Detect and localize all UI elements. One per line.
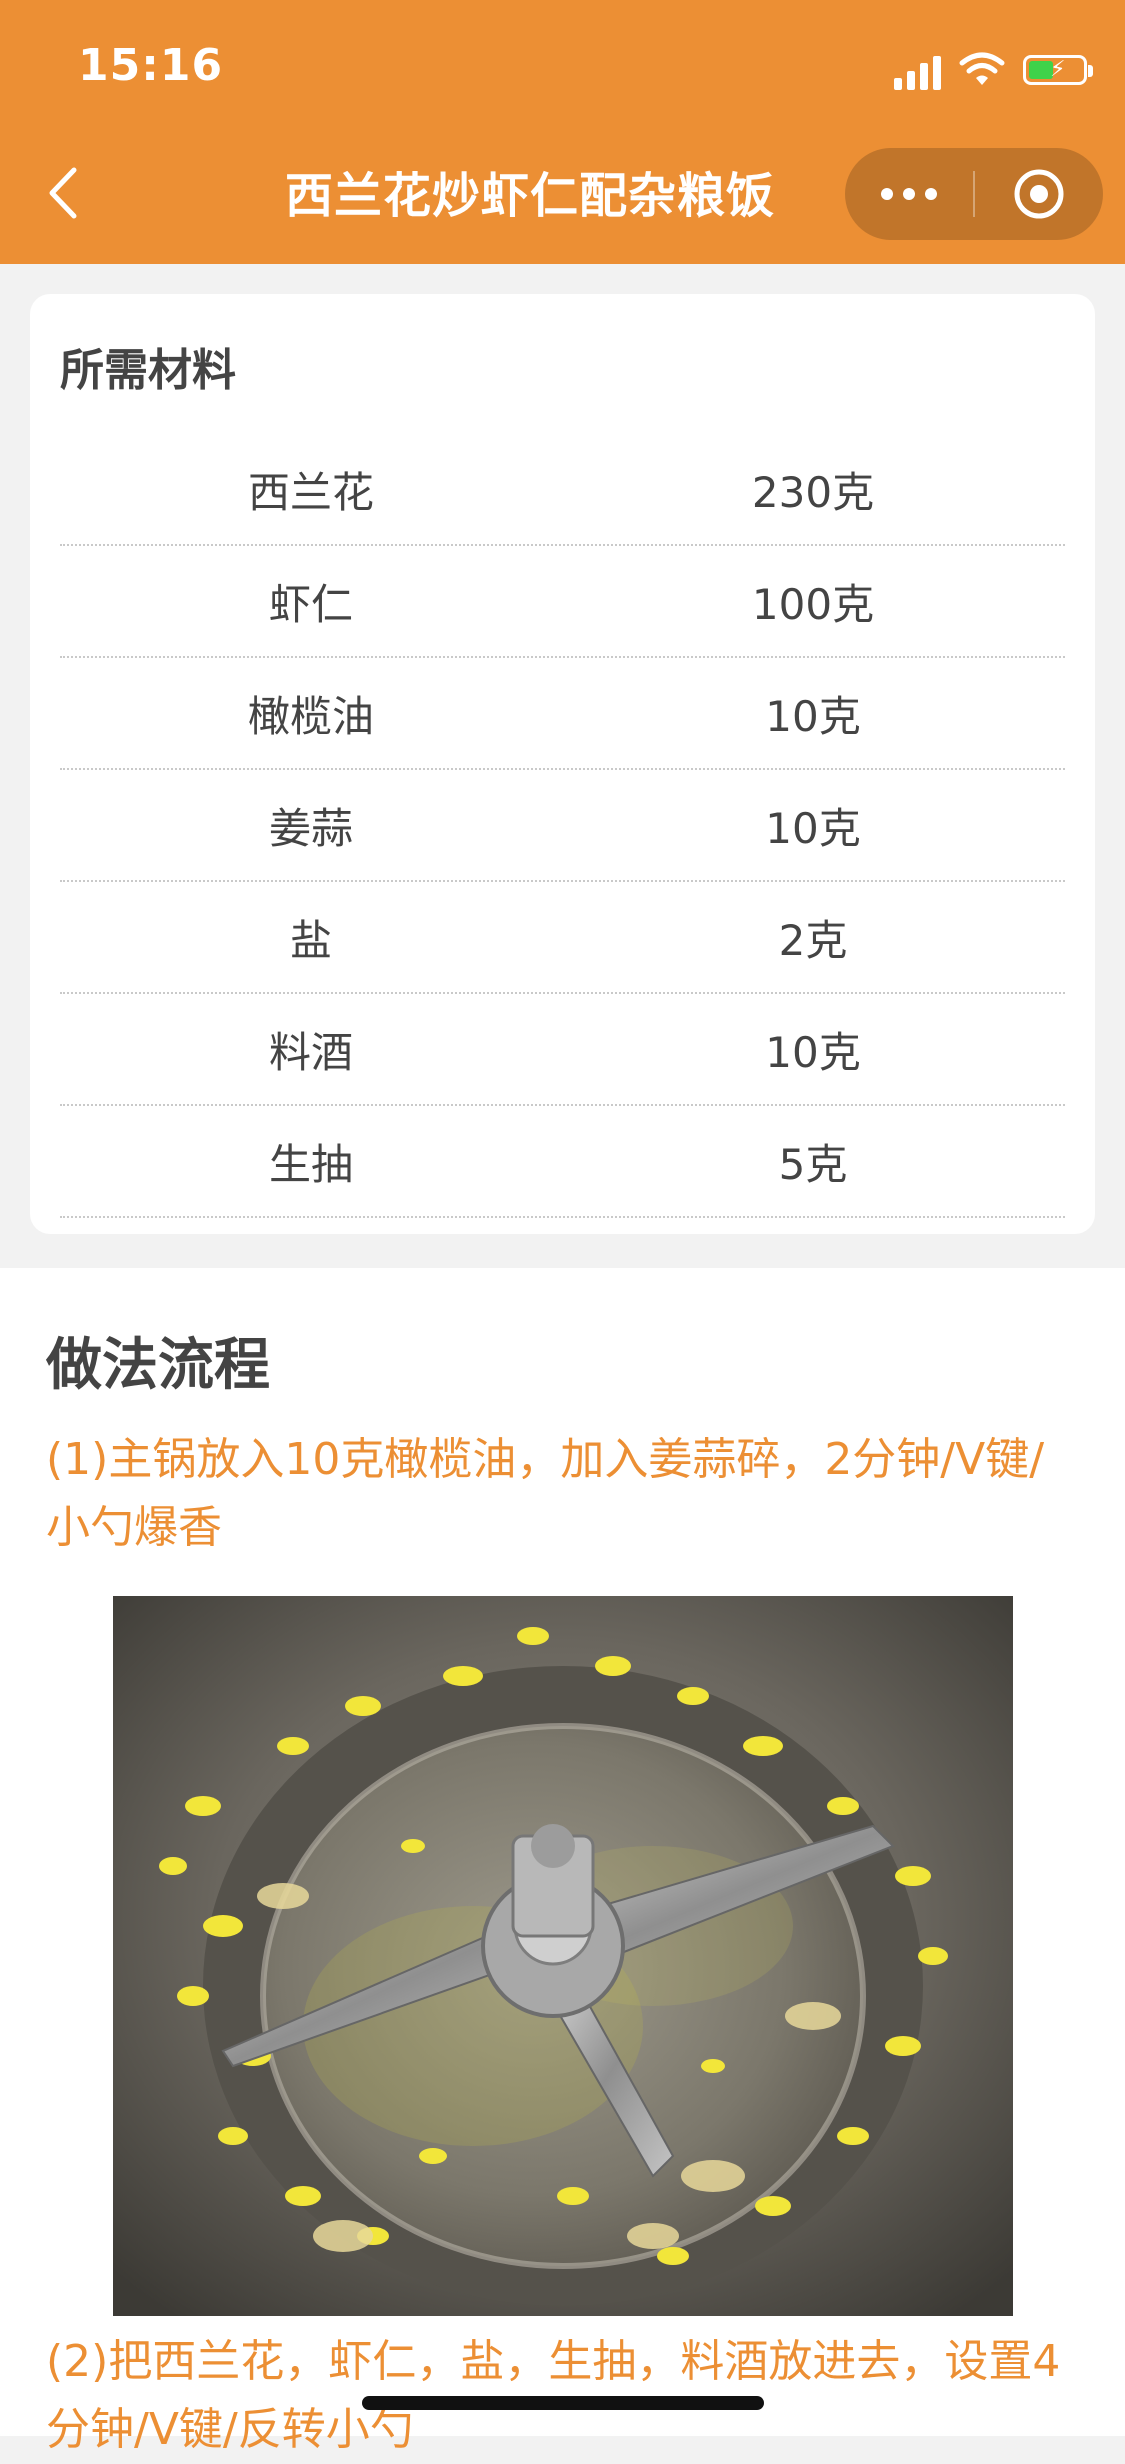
miniprogram-capsule [845,148,1103,240]
ingredient-name: 橄榄油 [247,691,374,741]
top-bar: 15:16 ⚡ 西兰花炒虾仁配杂粮饭 [0,0,1125,264]
battery-icon: ⚡ [1023,55,1093,85]
more-button[interactable] [845,148,973,240]
ingredient-row: 料酒 10克 [60,994,1065,1106]
ingredient-qty: 2克 [778,915,848,965]
ingredient-row: 橄榄油 10克 [60,658,1065,770]
ingredient-name: 姜蒜 [268,803,353,853]
ingredient-name: 料酒 [268,1027,353,1077]
ingredient-qty: 100克 [751,579,875,629]
home-indicator[interactable] [362,2396,764,2410]
ingredient-row: 虾仁 100克 [60,546,1065,658]
ingredient-name: 盐 [289,915,332,965]
ingredient-qty: 5克 [778,1139,848,1189]
ingredient-qty: 10克 [765,691,861,741]
cooking-pot-image [113,1596,1013,2316]
signal-icon [894,50,941,90]
step-photo [113,1596,1013,2316]
wifi-icon [959,52,1005,85]
ingredient-row: 姜蒜 10克 [60,770,1065,882]
ingredient-qty: 10克 [765,803,861,853]
close-button[interactable] [975,148,1103,240]
ingredients-heading: 所需材料 [60,345,236,396]
page-title: 西兰花炒虾仁配杂粮饭 [284,168,775,224]
steps-heading: 做法流程 [46,1333,270,1398]
ingredient-qty: 230克 [751,467,875,517]
status-time: 15:16 [78,40,224,91]
ingredient-row: 生抽 5克 [60,1106,1065,1218]
ingredients-card: 所需材料 西兰花 230克 虾仁 100克 橄榄油 10克 姜蒜 10克 盐 2… [30,294,1095,1234]
ingredient-name: 西兰花 [247,467,374,517]
ingredient-name: 虾仁 [268,579,353,629]
status-icons: ⚡ [894,44,1093,96]
target-close-icon [1014,169,1064,219]
back-arrow-icon[interactable] [38,158,88,228]
ingredient-row: 盐 2克 [60,882,1065,994]
ingredient-row: 西兰花 230克 [60,434,1065,546]
steps-section: 做法流程 (1)主锅放入10克橄榄油，加入姜蒜碎，2分钟/V键/小勺爆香 (2)… [0,1268,1125,2455]
step-text: (1)主锅放入10克橄榄油，加入姜蒜碎，2分钟/V键/小勺爆香 [46,1434,1045,1553]
ingredient-qty: 10克 [765,1027,861,1077]
ingredients-table: 西兰花 230克 虾仁 100克 橄榄油 10克 姜蒜 10克 盐 2克 料酒 … [60,434,1065,1218]
ingredient-name: 生抽 [268,1139,353,1189]
